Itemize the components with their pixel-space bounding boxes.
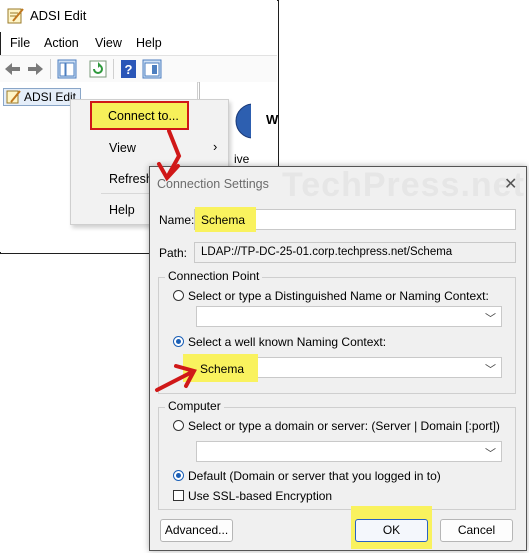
arrow-to-schema [155,364,197,392]
annotation-arrows [155,129,197,392]
arrow-to-dialog [157,129,182,182]
